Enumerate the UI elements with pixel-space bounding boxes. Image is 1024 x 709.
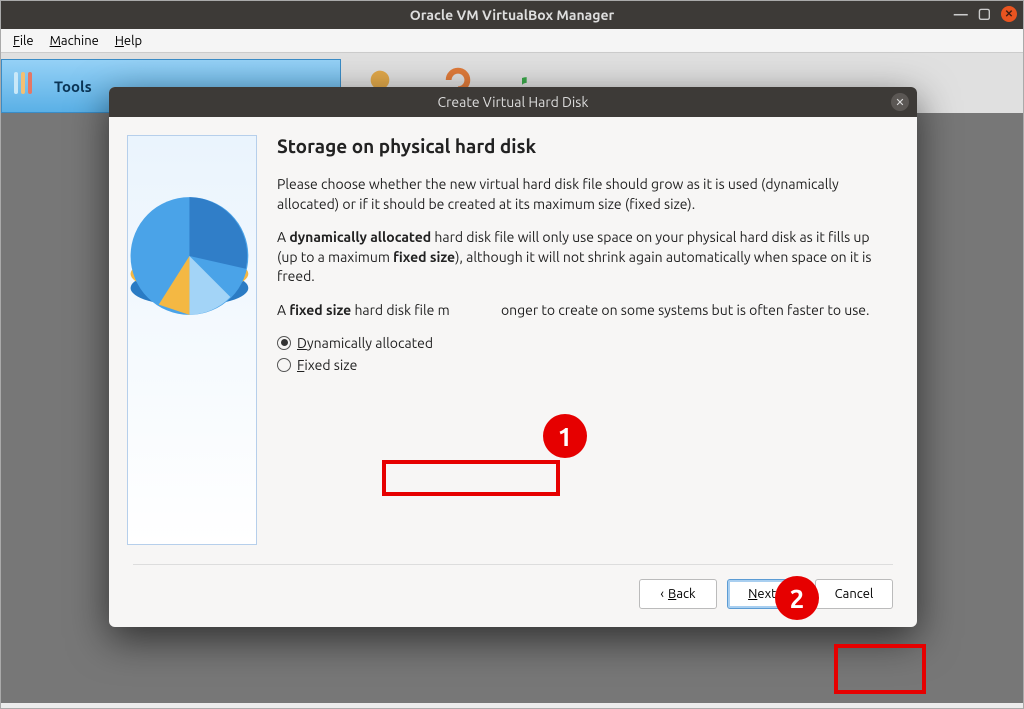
wizard-image — [127, 135, 257, 545]
window-controls: — ▢ ✕ — [954, 5, 1017, 22]
menu-help[interactable]: Help — [107, 32, 150, 50]
dialog-title: Create Virtual Hard Disk — [438, 94, 589, 110]
radio-fixed-input[interactable] — [277, 358, 291, 372]
chevron-left-icon: ‹ — [660, 587, 664, 601]
cancel-button[interactable]: Cancel — [815, 579, 893, 609]
main-title: Oracle VM VirtualBox Manager — [410, 7, 615, 23]
dialog-para2: A dynamically allocated hard disk file w… — [277, 228, 893, 287]
menubar: File Machine Help — [1, 29, 1023, 53]
radio-dynamic[interactable]: Dynamically allocated — [277, 335, 893, 351]
menu-file[interactable]: File — [5, 32, 42, 50]
dialog-titlebar: Create Virtual Hard Disk ✕ — [109, 87, 917, 117]
dialog-close-icon[interactable]: ✕ — [891, 93, 909, 111]
next-button[interactable]: Next› — [727, 579, 805, 609]
create-disk-dialog: Create Virtual Hard Disk ✕ Storage on ph… — [109, 87, 917, 627]
minimize-icon[interactable]: — — [954, 6, 968, 22]
dialog-footer: ‹Back Next› Cancel — [133, 564, 893, 627]
radio-dynamic-label: Dynamically allocated — [297, 335, 433, 351]
close-icon[interactable]: ✕ — [1001, 6, 1017, 22]
dialog-heading: Storage on physical hard disk — [277, 135, 893, 157]
maximize-icon[interactable]: ▢ — [978, 5, 991, 22]
dialog-content: Storage on physical hard disk Please cho… — [277, 135, 893, 564]
dialog-body: Storage on physical hard disk Please cho… — [109, 117, 917, 564]
pie-chart-icon — [128, 176, 256, 336]
dialog-para1: Please choose whether the new virtual ha… — [277, 175, 893, 214]
back-button[interactable]: ‹Back — [639, 579, 717, 609]
radio-fixed[interactable]: Fixed size — [277, 357, 893, 373]
chevron-right-icon: › — [780, 587, 784, 601]
tools-icon — [14, 72, 44, 100]
radio-fixed-label: Fixed size — [297, 357, 357, 373]
main-window: Oracle VM VirtualBox Manager — ▢ ✕ File … — [0, 0, 1024, 709]
main-titlebar: Oracle VM VirtualBox Manager — ▢ ✕ — [1, 1, 1023, 29]
menu-machine[interactable]: Machine — [42, 32, 107, 50]
radio-dynamic-input[interactable] — [277, 336, 291, 350]
dialog-para3: A fixed size hard disk file may take lon… — [277, 301, 893, 321]
tools-label: Tools — [54, 78, 92, 95]
